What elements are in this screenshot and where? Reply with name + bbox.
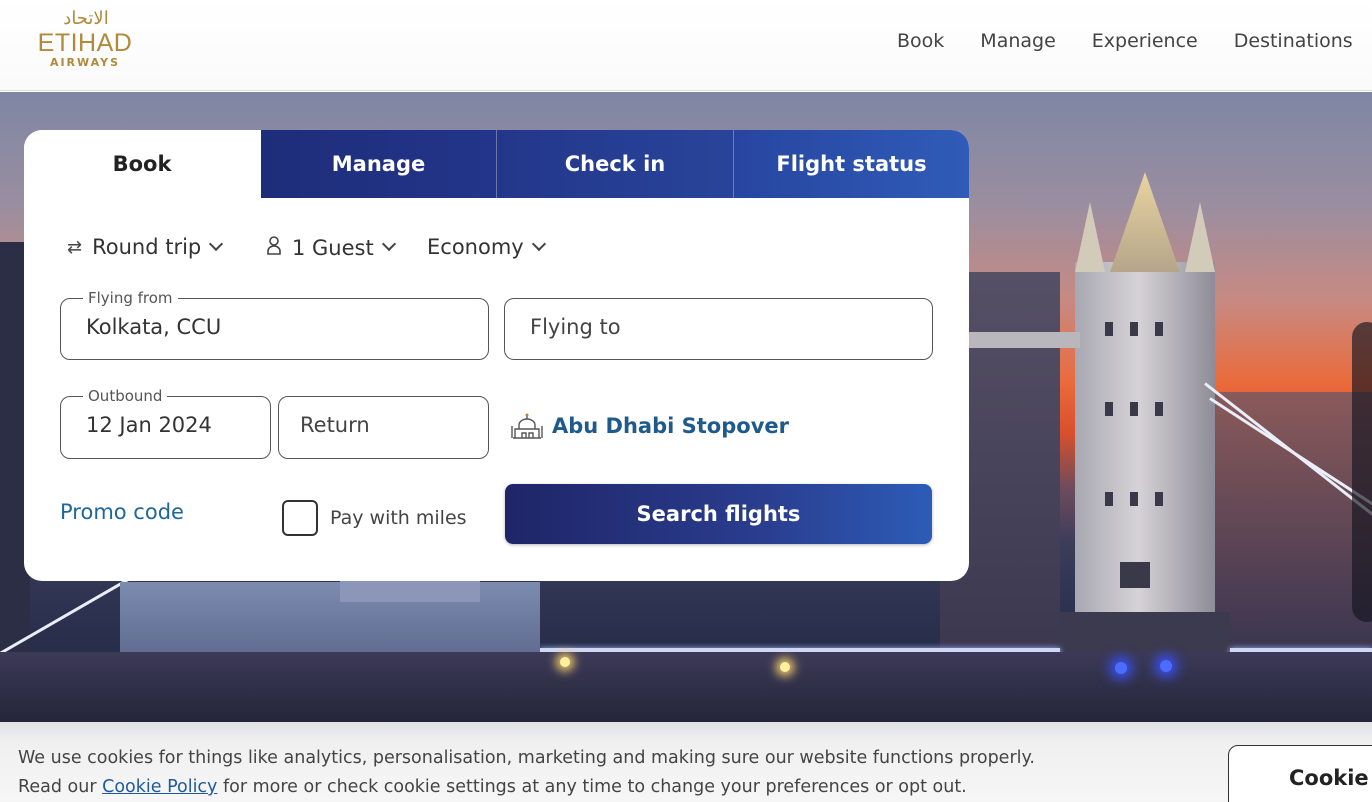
tower-window — [1120, 562, 1150, 588]
bridge-walkway — [960, 332, 1080, 348]
street-light — [560, 657, 570, 667]
nav-destinations[interactable]: Destinations — [1234, 30, 1353, 52]
tower-bridge-tower — [1075, 262, 1215, 662]
tower-window — [1130, 402, 1138, 416]
booking-widget: Book Manage Check in Flight status ⇄ Rou… — [24, 130, 969, 581]
promo-code-link[interactable]: Promo code — [60, 500, 184, 524]
building — [1215, 392, 1372, 652]
return-placeholder: Return — [300, 413, 370, 437]
guests-select[interactable]: 1 Guest — [266, 235, 396, 260]
tower-spire-left — [1075, 202, 1105, 272]
cabin-value: Economy — [427, 235, 524, 259]
cookie-settings-button[interactable]: Cookie — [1228, 745, 1372, 802]
tower-window — [1155, 492, 1163, 506]
tower-window — [1155, 322, 1163, 336]
pay-with-miles-checkbox[interactable] — [282, 500, 318, 536]
round-trip-icon: ⇄ — [67, 236, 83, 258]
nav-book[interactable]: Book — [897, 30, 944, 52]
logo-text: ETIHAD — [37, 29, 133, 57]
trip-type-value: Round trip — [92, 235, 202, 259]
cookie-policy-link[interactable]: Cookie Policy — [102, 777, 217, 797]
tower-light — [1160, 660, 1172, 672]
flying-to-placeholder: Flying to — [530, 315, 621, 339]
tower-roof — [1110, 172, 1180, 272]
flying-from-field[interactable]: Flying from Kolkata, CCU — [60, 289, 489, 360]
cookie-text-2: Read our Cookie Policy for more or check… — [18, 777, 967, 797]
booking-tabs: Book Manage Check in Flight status — [24, 130, 969, 198]
stopover-link[interactable]: Abu Dhabi Stopover — [510, 412, 789, 440]
nav-manage[interactable]: Manage — [980, 30, 1055, 52]
tab-check-in[interactable]: Check in — [497, 130, 734, 198]
tab-book[interactable]: Book — [24, 130, 261, 198]
etihad-logo[interactable]: الاتحاد ETIHAD AIRWAYS — [22, 8, 150, 74]
search-flights-button[interactable]: Search flights — [505, 484, 932, 544]
tower-light — [1115, 662, 1127, 674]
main-nav: Book Manage Experience Destinations — [897, 30, 1372, 52]
cookie-read-our: Read our — [18, 777, 97, 797]
flying-from-label: Flying from — [83, 289, 178, 307]
outbound-value: 12 Jan 2024 — [86, 413, 212, 437]
chevron-down-icon — [209, 236, 224, 251]
side-panel-handle[interactable] — [1352, 322, 1372, 622]
chevron-down-icon — [531, 236, 546, 251]
nav-experience[interactable]: Experience — [1092, 30, 1198, 52]
tower-window — [1130, 322, 1138, 336]
tower-window — [1130, 492, 1138, 506]
guests-value: 1 Guest — [292, 235, 374, 260]
stopover-label: Abu Dhabi Stopover — [552, 414, 789, 438]
tab-flight-status[interactable]: Flight status — [734, 130, 969, 198]
trip-type-select[interactable]: ⇄ Round trip — [67, 235, 224, 259]
logo-arabic: الاتحاد — [63, 8, 109, 29]
cookie-text-rest: for more or check cookie settings at any… — [222, 777, 967, 797]
cabin-select[interactable]: Economy — [427, 235, 546, 259]
return-date-field[interactable]: Return — [278, 396, 489, 459]
cookie-text: We use cookies for things like analytics… — [18, 748, 1035, 768]
flying-from-value: Kolkata, CCU — [86, 315, 222, 339]
tab-manage[interactable]: Manage — [261, 130, 497, 198]
site-header: الاتحاد ETIHAD AIRWAYS Book Manage Exper… — [0, 0, 1372, 91]
tower-window — [1105, 492, 1113, 506]
mosque-icon — [511, 413, 543, 439]
street-light — [780, 662, 790, 672]
chevron-down-icon — [381, 236, 396, 252]
tower-window — [1105, 322, 1113, 336]
flying-to-field[interactable]: Flying to — [504, 298, 933, 360]
cookie-banner: We use cookies for things like analytics… — [0, 722, 1372, 802]
tower-spire-right — [1185, 202, 1215, 272]
pay-with-miles-label: Pay with miles — [330, 507, 467, 529]
outbound-label: Outbound — [83, 387, 168, 405]
tower-window — [1155, 402, 1163, 416]
pay-with-miles[interactable]: Pay with miles — [282, 500, 467, 536]
person-icon — [266, 235, 282, 260]
outbound-date-field[interactable]: Outbound 12 Jan 2024 — [60, 387, 271, 459]
logo-sub: AIRWAYS — [49, 56, 121, 69]
tower-window — [1105, 402, 1113, 416]
